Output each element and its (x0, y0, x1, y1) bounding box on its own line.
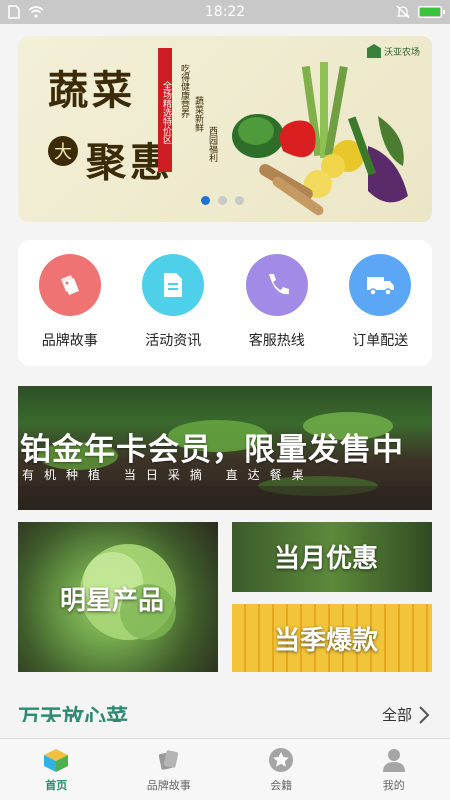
user-icon (382, 749, 405, 772)
monthly-deal-tile[interactable]: 当月优惠 (232, 522, 432, 592)
season-hot-label: 当季爆款 (274, 626, 379, 656)
bottom-nav: 首页 品牌故事 会籍 我的 (0, 738, 450, 800)
mute-bell-icon (396, 5, 410, 19)
quick-action-label: 客服热线 (248, 333, 305, 349)
wifi-icon (28, 6, 44, 18)
tags-icon (38, 254, 101, 316)
truck-icon (349, 254, 412, 316)
nav-label: 首页 (45, 779, 68, 792)
phone-icon (245, 254, 308, 316)
membership-promo-title: 铂金年卡会员，限量发售中 (20, 432, 404, 468)
nav-membership[interactable]: 会籍 (231, 739, 331, 800)
star-badge-icon (269, 748, 294, 772)
quick-action-delivery[interactable]: 订单配送 (335, 254, 425, 366)
view-all-label: 全部 (381, 706, 412, 724)
pagination-dot[interactable] (235, 196, 244, 205)
section-title: 万天放心菜 (18, 706, 129, 722)
banner-badge: 大 (48, 136, 78, 166)
membership-promo-banner[interactable]: 铂金年卡会员，限量发售中 有机种植 当日采摘 直达餐桌 (18, 386, 432, 510)
status-time: 18:22 (204, 4, 246, 20)
quick-action-label: 活动资讯 (145, 333, 202, 349)
pagination-dot[interactable] (218, 196, 227, 205)
nav-label: 会籍 (270, 779, 293, 792)
nav-label: 我的 (382, 779, 405, 792)
monthly-deal-label: 当月优惠 (274, 544, 379, 574)
membership-promo-subtitle: 有机种植 当日采摘 直达餐桌 (22, 468, 314, 482)
quick-action-label: 品牌故事 (41, 333, 98, 349)
star-product-label: 明星产品 (60, 586, 165, 616)
season-hot-tile[interactable]: 当季爆款 (232, 604, 432, 672)
chevron-right-icon (419, 705, 430, 724)
nav-home[interactable]: 首页 (6, 739, 106, 800)
banner-red-strip: 全场精选特价区 (158, 48, 172, 172)
nav-profile[interactable]: 我的 (344, 739, 444, 800)
status-bar: 18:22 (0, 0, 450, 24)
quick-action-news[interactable]: 活动资讯 (128, 254, 218, 366)
brand-cards-icon (158, 750, 178, 770)
battery-icon (418, 6, 445, 18)
nav-label: 品牌故事 (146, 779, 191, 792)
document-icon (142, 254, 205, 316)
sim-card-icon (8, 5, 20, 19)
nav-brand-story[interactable]: 品牌故事 (119, 739, 219, 800)
banner-title-line1: 蔬菜 (48, 67, 136, 114)
banner-vertical-text-2: 蔬菜新鲜 (193, 96, 203, 132)
banner-pagination (201, 196, 244, 205)
quick-action-brand-story[interactable]: 品牌故事 (25, 254, 115, 366)
view-all-link[interactable]: 全部 (382, 704, 430, 725)
quick-action-hotline[interactable]: 客服热线 (232, 254, 322, 366)
banner-vertical-text-3: 西园福利 (207, 126, 217, 162)
star-product-tile[interactable]: 明星产品 (18, 522, 218, 672)
pagination-dot[interactable] (201, 196, 210, 205)
banner-vertical-text-1: 吃得健康营养 (179, 64, 189, 118)
promo-banner[interactable]: 蔬菜 大 聚惠 全场精选特价区 吃得健康营养 蔬菜新鲜 西园福利 沃亚农场 (18, 36, 432, 222)
home-cube-icon (44, 749, 69, 772)
quick-actions-card: 品牌故事 活动资讯 客服热线 订单配送 (18, 240, 432, 366)
vegetables-illustration (232, 62, 408, 216)
quick-action-label: 订单配送 (352, 333, 409, 349)
